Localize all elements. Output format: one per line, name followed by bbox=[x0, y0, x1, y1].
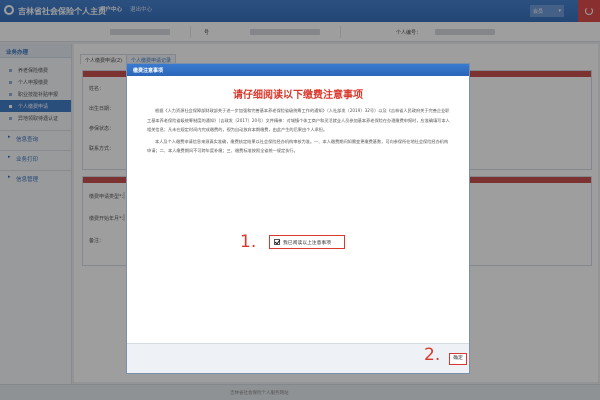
agree-label: 我已阅读以上注意事项 bbox=[283, 240, 331, 246]
checkbox-checked-icon[interactable] bbox=[274, 239, 280, 245]
step-annotation-1: 1. bbox=[240, 232, 257, 252]
notice-modal: 缴费注意事项 请仔细阅读以下缴费注意事项 根据《人力资源社会保障部财政部关于进一… bbox=[126, 63, 470, 374]
modal-footer: 确定 bbox=[127, 343, 469, 373]
modal-body: 根据《人力资源社会保障部财政部关于进一步加强和完善基本养老保险省级统筹工作的通知… bbox=[147, 106, 451, 158]
confirm-button[interactable]: 确定 bbox=[449, 353, 467, 365]
notice-paragraph: 根据《人力资源社会保障部财政部关于进一步加强和完善基本养老保险省级统筹工作的通知… bbox=[147, 108, 450, 132]
step-annotation-2: 2. bbox=[424, 345, 441, 365]
modal-title: 请仔细阅读以下缴费注意事项 bbox=[233, 90, 363, 101]
modal-window-title: 缴费注意事项 bbox=[127, 64, 469, 76]
agree-checkbox[interactable]: 我已阅读以上注意事项 bbox=[269, 235, 345, 249]
notice-paragraph: 本人及个人缴费申请信息来源真实准确，缴费核定结果以社会保险经办机构审核为准。一、… bbox=[147, 138, 449, 154]
